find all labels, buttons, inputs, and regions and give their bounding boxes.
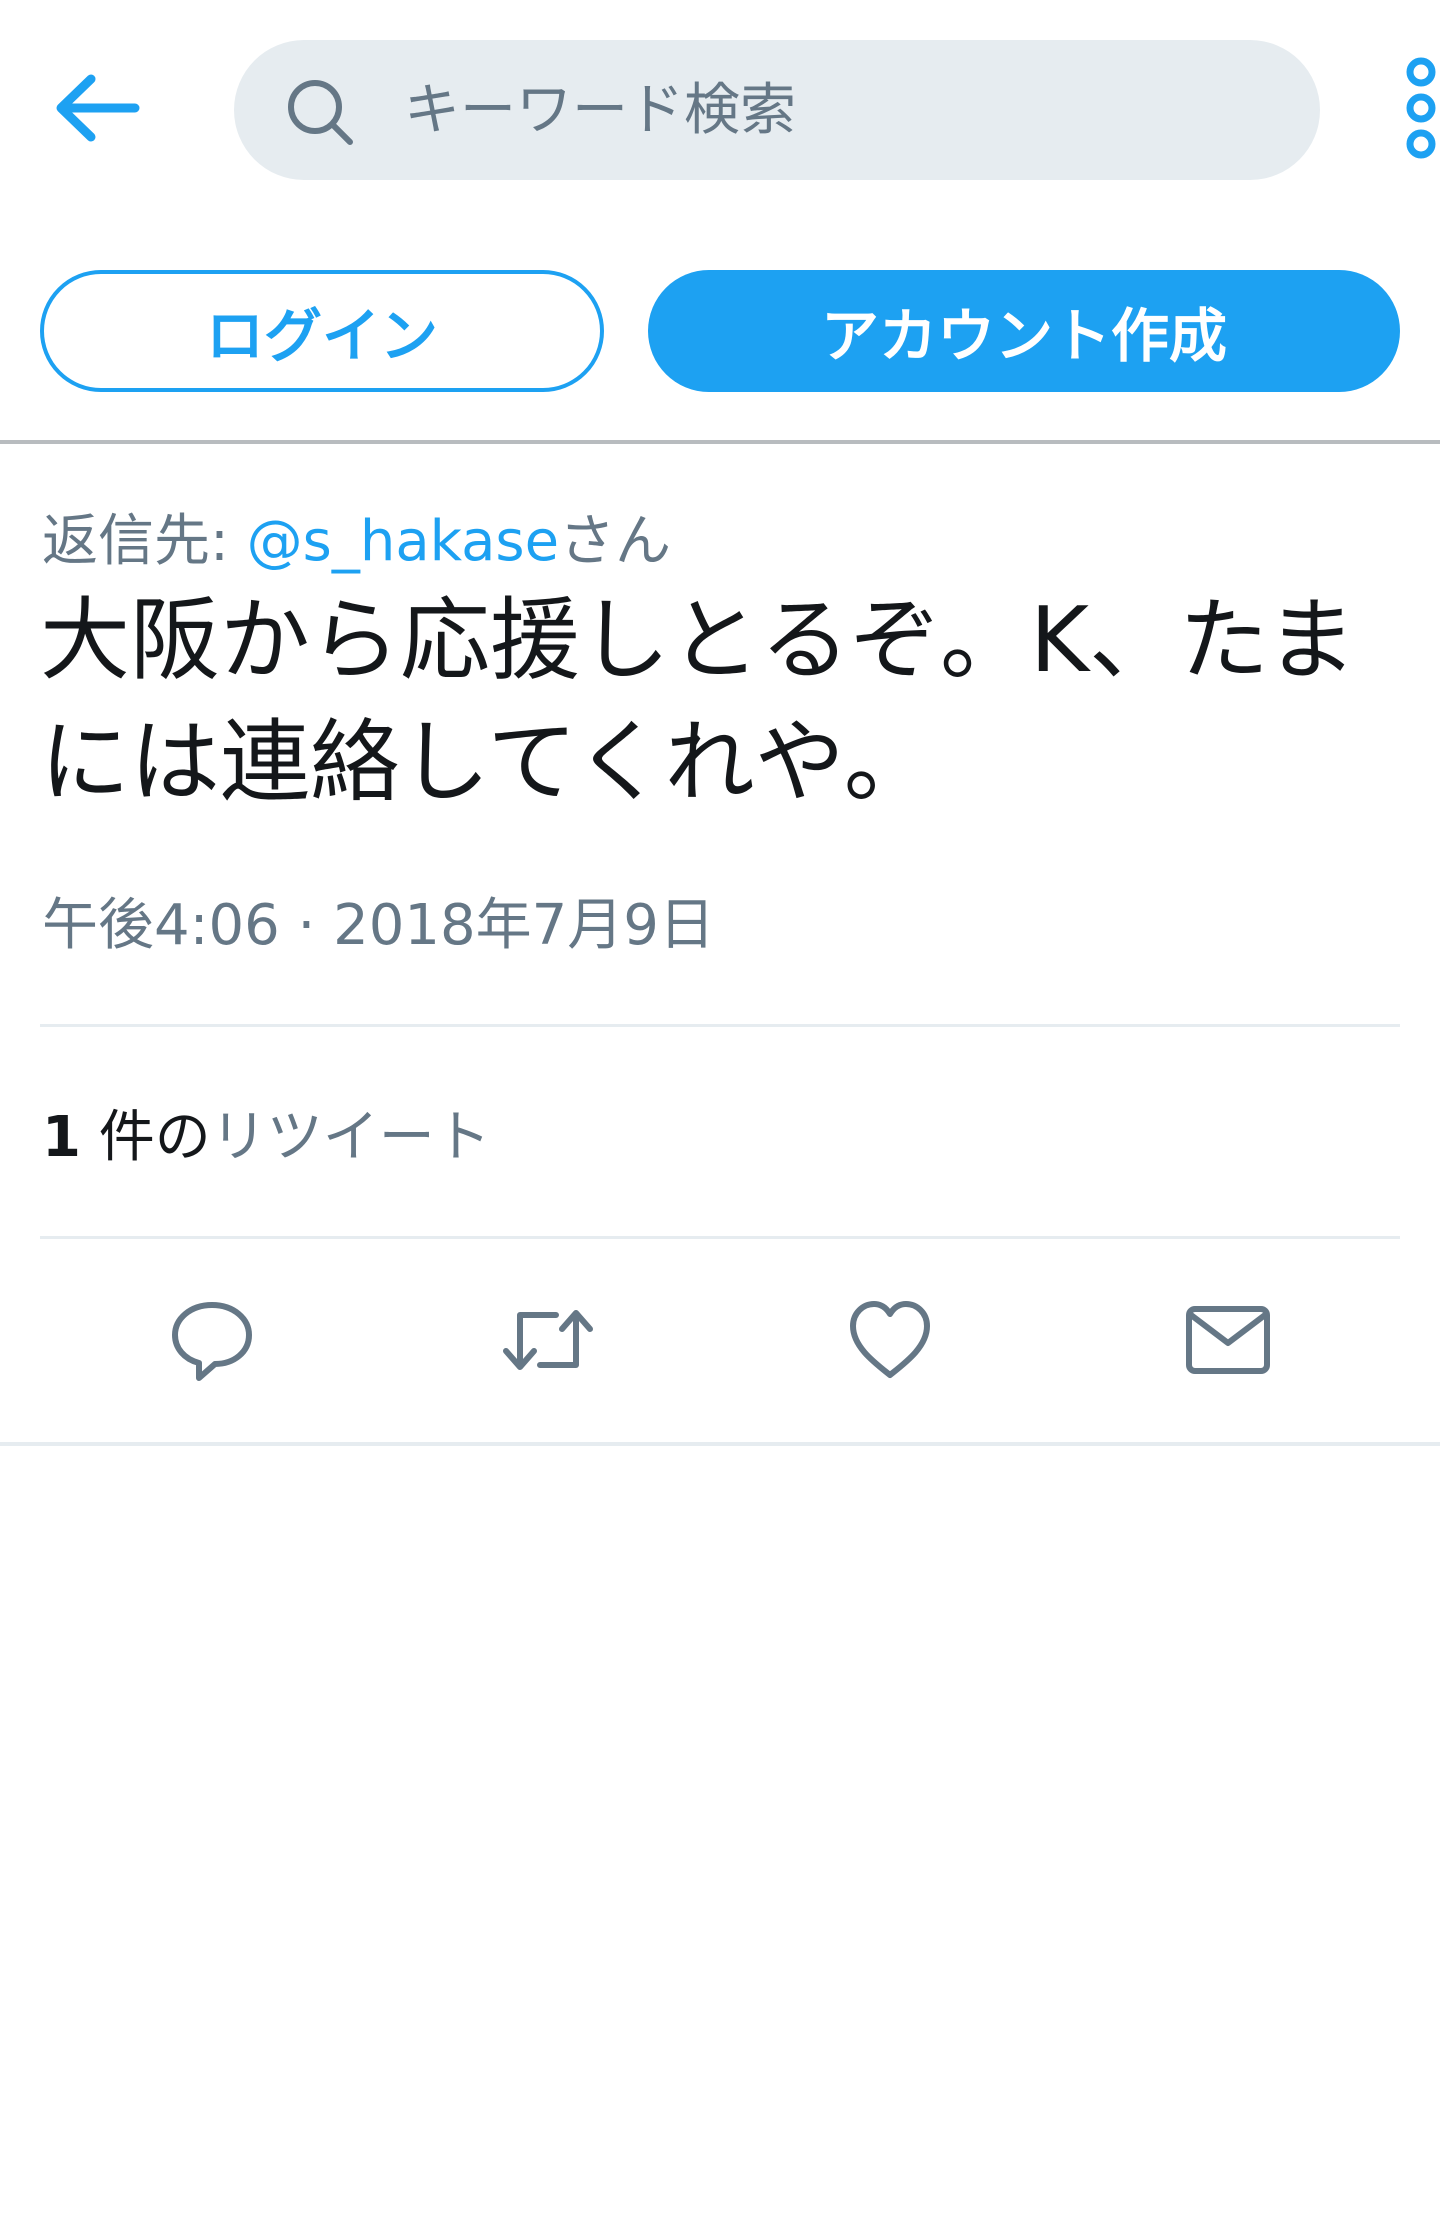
retweet-label: リツイート bbox=[210, 1105, 491, 1170]
header-divider bbox=[0, 440, 1440, 444]
divider bbox=[40, 1024, 1400, 1027]
reply-suffix: さん bbox=[559, 509, 672, 574]
retweet-count: 1 bbox=[42, 1105, 81, 1170]
divider bbox=[40, 1236, 1400, 1239]
reply-handle-link[interactable]: @s_hakase bbox=[247, 509, 559, 574]
tweet-timestamp[interactable]: 午後4:06 · 2018年7月9日 bbox=[42, 880, 715, 961]
heart-icon bbox=[850, 1301, 930, 1378]
direct-message-button[interactable] bbox=[1178, 1290, 1278, 1390]
envelope-icon bbox=[1186, 1306, 1270, 1374]
login-button[interactable]: ログイン bbox=[40, 270, 604, 392]
tweet-text: 大阪から応援しとるぞ。K、たまには連絡してくれや。 bbox=[40, 588, 1357, 815]
retweet-icon bbox=[503, 1310, 593, 1370]
more-vertical-icon bbox=[1406, 57, 1436, 159]
reply-context: 返信先: @s_hakaseさん bbox=[42, 496, 671, 577]
divider bbox=[0, 1442, 1440, 1446]
reply-icon bbox=[172, 1302, 252, 1381]
reply-button[interactable] bbox=[162, 1290, 262, 1390]
retweet-unit: 件の bbox=[80, 1105, 211, 1170]
more-menu-button[interactable] bbox=[1390, 52, 1440, 172]
search-icon bbox=[288, 80, 353, 145]
back-button[interactable] bbox=[40, 52, 152, 164]
retweet-button[interactable] bbox=[498, 1290, 598, 1390]
retweet-stats[interactable]: 1 件のリツイート bbox=[42, 1092, 491, 1173]
create-account-button[interactable]: アカウント作成 bbox=[648, 270, 1400, 392]
search-input[interactable] bbox=[404, 40, 1284, 180]
like-button[interactable] bbox=[840, 1290, 940, 1390]
search-box[interactable] bbox=[234, 40, 1320, 180]
arrow-left-icon bbox=[56, 74, 140, 142]
reply-prefix: 返信先: bbox=[42, 509, 247, 574]
top-bar bbox=[0, 0, 1440, 220]
